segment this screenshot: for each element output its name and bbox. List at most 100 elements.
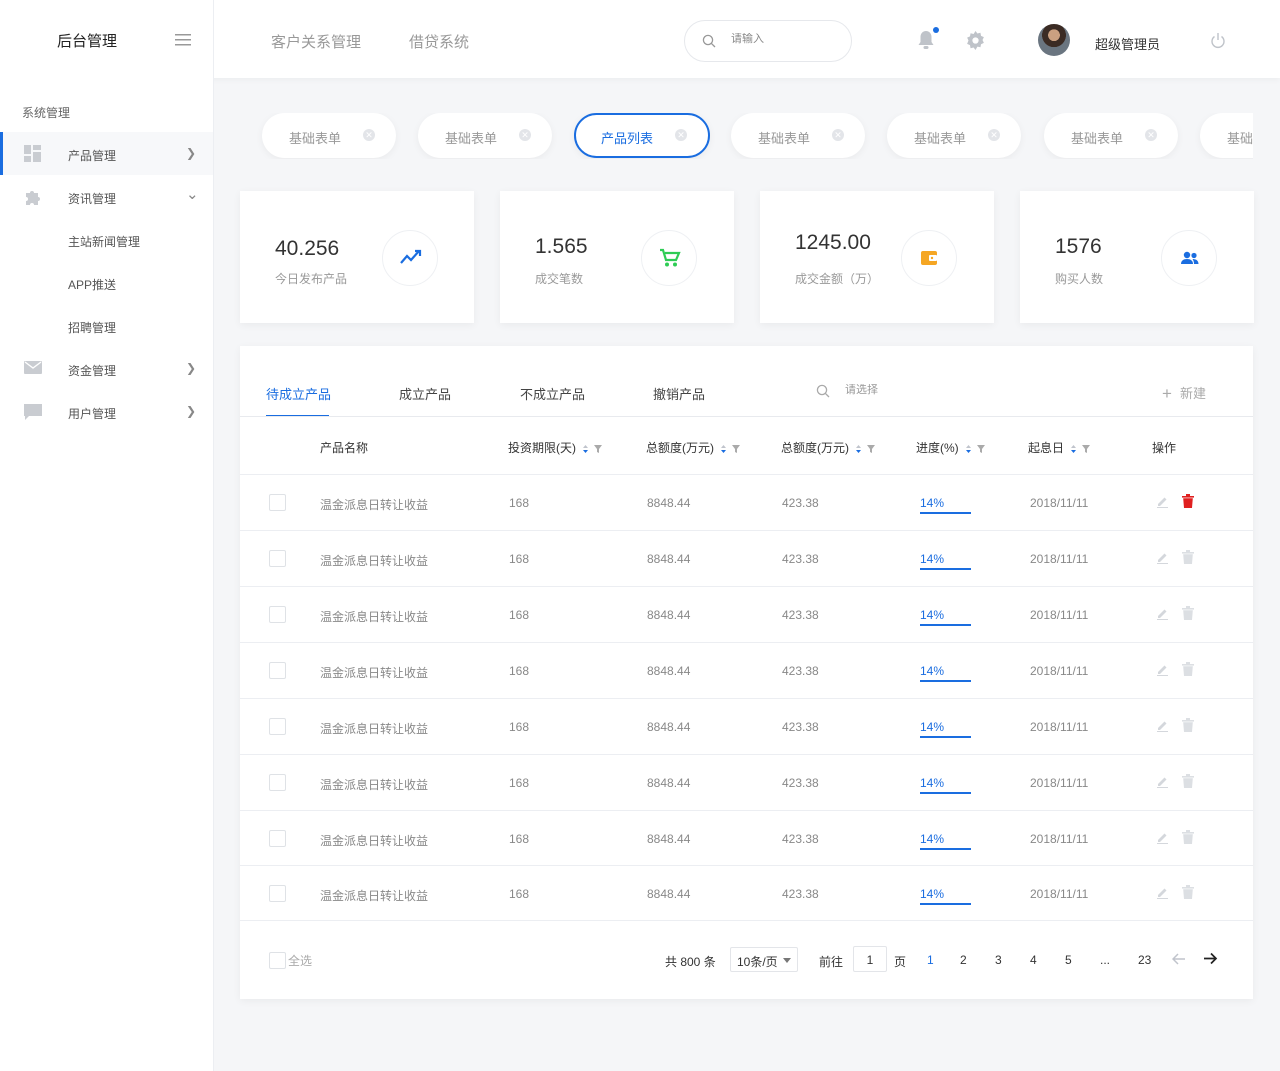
edit-icon[interactable] xyxy=(1156,831,1169,844)
cell-progress: 14% xyxy=(920,720,971,738)
close-icon[interactable]: ✕ xyxy=(675,129,687,141)
chevron-right-icon: ❯ xyxy=(186,404,197,418)
column-header-date[interactable]: 起息日 xyxy=(1028,439,1092,456)
edit-icon[interactable] xyxy=(1156,886,1169,899)
filter-select-input[interactable] xyxy=(845,384,945,396)
page-number[interactable]: 4 xyxy=(1030,953,1037,967)
row-checkbox[interactable] xyxy=(269,494,286,511)
sidebar-subitem-app-push[interactable]: APP推送 xyxy=(68,276,116,293)
sidebar-item-products[interactable]: 产品管理 ❯ xyxy=(0,132,213,175)
sort-filter-icon[interactable] xyxy=(582,444,604,454)
puzzle-icon xyxy=(26,191,40,205)
sidebar-item-news[interactable]: 资讯管理 ⌄ xyxy=(0,175,213,218)
sidebar-item-label: 产品管理 xyxy=(68,149,117,163)
edit-icon[interactable] xyxy=(1156,495,1169,508)
cell-term: 168 xyxy=(509,887,530,901)
row-checkbox[interactable] xyxy=(269,718,286,735)
menu-icon[interactable] xyxy=(175,34,191,46)
edit-icon[interactable] xyxy=(1156,607,1169,620)
row-checkbox[interactable] xyxy=(269,830,286,847)
sort-filter-icon[interactable] xyxy=(855,444,877,454)
tab-cancelled-products[interactable]: 撤销产品 xyxy=(653,384,705,403)
row-checkbox[interactable] xyxy=(269,662,286,679)
cell-total: 8848.44 xyxy=(647,832,691,846)
cell-term: 168 xyxy=(509,496,530,510)
close-icon[interactable]: ✕ xyxy=(832,129,844,141)
sidebar-subitem-recruit[interactable]: 招聘管理 xyxy=(68,319,116,336)
delete-icon[interactable] xyxy=(1182,885,1194,899)
goto-page-input[interactable]: 1 xyxy=(853,946,887,972)
edit-icon[interactable] xyxy=(1156,719,1169,732)
sidebar-item-label: 资讯管理 xyxy=(68,192,117,206)
chat-icon xyxy=(24,404,42,420)
power-icon[interactable] xyxy=(1210,32,1226,49)
sort-filter-icon[interactable] xyxy=(720,444,742,454)
tab-established-products[interactable]: 成立产品 xyxy=(399,384,451,403)
sidebar-subitem-news[interactable]: 主站新闻管理 xyxy=(68,233,140,250)
stat-caption: 成交笔数 xyxy=(535,272,584,286)
search-input[interactable] xyxy=(731,33,841,45)
trend-icon xyxy=(400,249,422,264)
edit-icon[interactable] xyxy=(1156,663,1169,676)
column-header-total2[interactable]: 总额度(万元) xyxy=(781,439,877,456)
edit-icon[interactable] xyxy=(1156,551,1169,564)
column-header-term[interactable]: 投资期限(天) xyxy=(508,439,604,456)
row-checkbox[interactable] xyxy=(269,606,286,623)
row-checkbox[interactable] xyxy=(269,550,286,567)
cell-term: 168 xyxy=(509,776,530,790)
delete-icon[interactable] xyxy=(1182,662,1194,676)
page-ellipsis[interactable]: ... xyxy=(1100,953,1110,967)
tab-pill[interactable]: 基础表单 ✕ xyxy=(731,113,865,158)
delete-icon[interactable] xyxy=(1182,774,1194,788)
page-number[interactable]: 3 xyxy=(995,953,1002,967)
page-number-last[interactable]: 23 xyxy=(1138,953,1151,967)
close-icon[interactable]: ✕ xyxy=(363,129,375,141)
column-header-progress[interactable]: 进度(%) xyxy=(916,439,987,456)
select-all-checkbox[interactable] xyxy=(269,952,286,970)
tab-pill[interactable]: 基础表单 ✕ xyxy=(418,113,552,158)
chevron-right-icon: ❯ xyxy=(186,361,197,375)
page-size-select[interactable]: 10条/页 xyxy=(730,947,798,972)
tab-failed-products[interactable]: 不成立产品 xyxy=(520,384,585,403)
cell-total: 8848.44 xyxy=(647,664,691,678)
close-icon[interactable]: ✕ xyxy=(519,129,531,141)
sidebar-item-funds[interactable]: 资金管理 ❯ xyxy=(0,347,213,390)
tab-pill[interactable]: 基础 xyxy=(1200,113,1253,158)
close-icon[interactable]: ✕ xyxy=(1145,129,1157,141)
search-box[interactable] xyxy=(684,20,852,62)
sort-filter-icon[interactable] xyxy=(965,444,987,454)
page-number[interactable]: 5 xyxy=(1065,953,1072,967)
tab-pill[interactable]: 基础表单 ✕ xyxy=(1044,113,1178,158)
delete-icon[interactable] xyxy=(1182,718,1194,732)
new-button-label: 新建 xyxy=(1179,386,1206,401)
arrow-left-icon[interactable] xyxy=(1172,953,1186,965)
delete-icon[interactable] xyxy=(1182,830,1194,844)
new-button[interactable]: + 新建 xyxy=(1162,383,1206,404)
arrow-right-icon[interactable] xyxy=(1203,952,1218,965)
gear-icon[interactable] xyxy=(966,31,985,50)
close-icon[interactable]: ✕ xyxy=(988,129,1000,141)
delete-icon[interactable] xyxy=(1182,550,1194,564)
tab-pending-products[interactable]: 待成立产品 xyxy=(266,384,331,403)
column-header-total[interactable]: 总额度(万元) xyxy=(646,439,742,456)
row-checkbox[interactable] xyxy=(269,885,286,902)
page-number-current[interactable]: 1 xyxy=(927,953,934,967)
sort-filter-icon[interactable] xyxy=(1070,444,1092,454)
cell-progress: 14% xyxy=(920,608,971,626)
sidebar-item-users[interactable]: 用户管理 ❯ xyxy=(0,390,213,433)
delete-icon[interactable] xyxy=(1182,606,1194,620)
topnav-loan[interactable]: 借贷系统 xyxy=(409,31,469,52)
topnav-crm[interactable]: 客户关系管理 xyxy=(271,31,361,52)
user-name[interactable]: 超级管理员 xyxy=(1095,34,1160,53)
bell-icon[interactable] xyxy=(917,30,935,50)
tab-pill[interactable]: 基础表单 ✕ xyxy=(262,113,396,158)
avatar[interactable] xyxy=(1038,24,1070,56)
page-number[interactable]: 2 xyxy=(960,953,967,967)
tab-pill[interactable]: 基础表单 ✕ xyxy=(887,113,1021,158)
tab-pill-active[interactable]: 产品列表 ✕ xyxy=(574,113,710,158)
delete-icon[interactable] xyxy=(1182,494,1194,508)
select-all[interactable]: 全选 xyxy=(269,952,312,970)
row-checkbox[interactable] xyxy=(269,774,286,791)
sidebar: 系统管理 产品管理 ❯ 资讯管理 ⌄ 主站新闻管理 APP推送 招聘管理 资金管… xyxy=(0,78,214,1071)
edit-icon[interactable] xyxy=(1156,775,1169,788)
